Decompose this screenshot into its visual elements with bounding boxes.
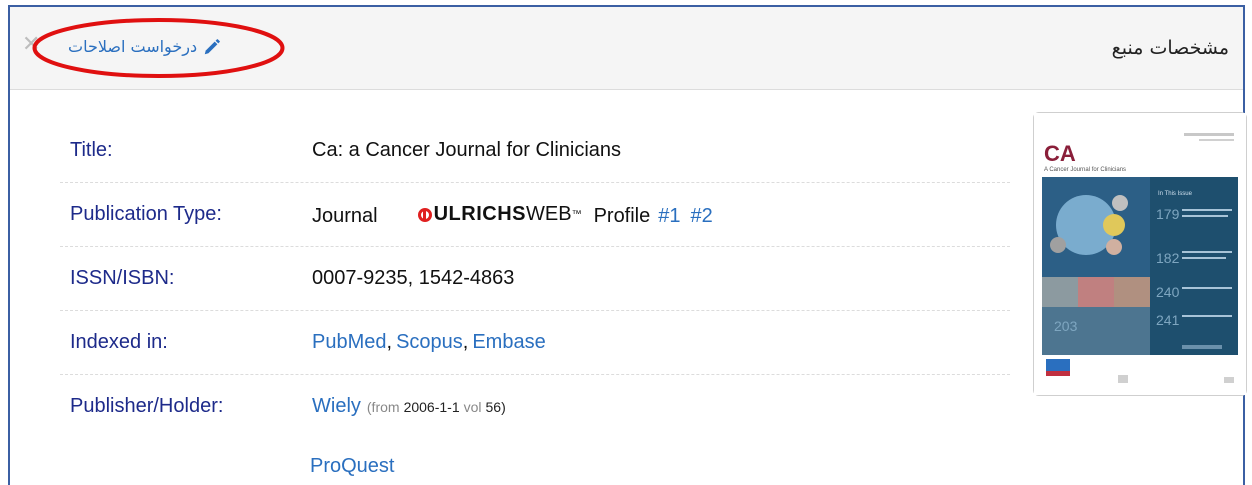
cover-issue-4: 241 (1156, 312, 1180, 328)
detail-row-indexed-in: Indexed in: PubMed, Scopus, Embase (60, 311, 1010, 375)
title-value: Ca: a Cancer Journal for Clinicians (312, 139, 622, 161)
embase-link[interactable]: Embase (472, 331, 545, 354)
resource-details-panel: ✕ درخواست اصلاحات مشخصات منبع Title: Ca:… (8, 5, 1247, 485)
publisher-label: Publisher/Holder: (70, 395, 224, 417)
ulrichs-bold-text: ULRICHS (433, 203, 526, 225)
pubmed-link[interactable]: PubMed (312, 331, 387, 354)
edit-request-link[interactable]: درخواست اصلاحات (68, 37, 221, 56)
publication-type-value: Journal ULRICHS WEB ™ Profile #1 #2 (312, 203, 713, 228)
publication-type-label: Publication Type: (70, 203, 222, 225)
detail-row-publisher: Publisher/Holder: Wiely (from 2006-1-1 v… (60, 375, 1010, 438)
issn-label: ISSN/ISBN: (70, 267, 175, 289)
profile-link-1[interactable]: #1 (658, 205, 680, 228)
cover-issue-2: 182 (1156, 250, 1180, 266)
profile-link-2[interactable]: #2 (691, 205, 713, 228)
publication-type-text: Journal (312, 204, 378, 227)
detail-row-publication-type: Publication Type: Journal ULRICHS WEB ™ … (60, 183, 1010, 247)
publisher-from-text: (from (366, 399, 400, 415)
publisher-vol-word: vol (463, 399, 482, 415)
journal-cover[interactable]: CA A Cancer Journal for Clinicians 203 I… (1033, 112, 1247, 396)
cover-logo: CA (1044, 141, 1076, 166)
cover-issue-1: 179 (1156, 206, 1180, 222)
scopus-link[interactable]: Scopus (396, 331, 463, 354)
ulrichs-web-text: WEB (526, 203, 572, 225)
publisher-link-proquest[interactable]: ProQuest (310, 455, 394, 478)
cover-issue-3: 240 (1156, 284, 1180, 300)
close-icon[interactable]: ✕ (22, 34, 40, 56)
publisher-link-wiely[interactable]: Wiely (312, 395, 361, 418)
cover-issue-5: 203 (1054, 318, 1078, 334)
publisher-date: 2006-1-1 (403, 399, 460, 415)
indexed-in-value: PubMed, Scopus, Embase (312, 331, 546, 354)
detail-row-issn: ISSN/ISBN: 0007-9235, 1542-4863 (60, 247, 1010, 311)
detail-row-title: Title: Ca: a Cancer Journal for Clinicia… (60, 119, 1010, 183)
publisher-value: Wiely (from 2006-1-1 vol 56) (312, 395, 506, 418)
pencil-icon (204, 38, 220, 54)
svg-text:In This Issue: In This Issue (1158, 191, 1193, 197)
issn-value: 0007-9235, 1542-4863 (312, 267, 515, 289)
ulrichs-o-icon (417, 207, 432, 222)
details-list: Title: Ca: a Cancer Journal for Clinicia… (60, 119, 1010, 438)
ulrichsweb-logo: ULRICHS WEB ™ (417, 203, 586, 226)
panel-title: مشخصات منبع (1111, 37, 1229, 59)
journal-cover-image: CA A Cancer Journal for Clinicians 203 I… (1034, 113, 1246, 395)
edit-request-label: درخواست اصلاحات (68, 37, 198, 56)
title-label: Title: (70, 139, 113, 161)
cover-subtitle: A Cancer Journal for Clinicians (1044, 167, 1126, 173)
publisher-vol-number: 56) (485, 399, 506, 415)
profile-label: Profile (593, 204, 651, 227)
ulrichs-tm: ™ (571, 209, 582, 220)
panel-header: ✕ درخواست اصلاحات مشخصات منبع (10, 7, 1243, 90)
indexed-in-label: Indexed in: (70, 331, 168, 353)
